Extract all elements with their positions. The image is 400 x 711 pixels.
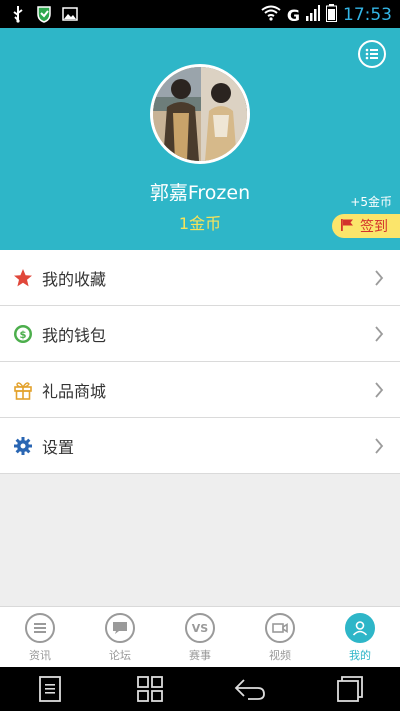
chevron-right-icon <box>374 325 384 343</box>
tab-label: 论坛 <box>109 649 131 662</box>
signin-bonus: +5金币 <box>350 195 392 209</box>
menu-item-favorites[interactable]: 我的收藏 <box>0 250 400 306</box>
wifi-icon <box>261 5 281 25</box>
profile-menu-list: 我的收藏 $ 我的钱包 礼品商城 设置 <box>0 250 400 474</box>
chevron-right-icon <box>374 269 384 287</box>
tab-forum[interactable]: 论坛 <box>80 607 160 667</box>
list-menu-icon[interactable] <box>358 40 386 68</box>
profile-icon <box>345 613 375 643</box>
username: 郭嘉Frozen <box>149 182 251 204</box>
system-nav-bar <box>0 667 400 711</box>
menu-item-label: 我的钱包 <box>42 325 107 345</box>
tab-label: 我的 <box>349 649 371 662</box>
video-icon <box>265 613 295 643</box>
signin-button[interactable]: 签到 <box>332 214 400 238</box>
gear-icon <box>12 435 34 457</box>
signin-label: 签到 <box>360 219 388 235</box>
network-type: G <box>286 5 300 25</box>
tab-label: 资讯 <box>29 649 51 662</box>
battery-icon <box>326 4 337 26</box>
shield-icon <box>36 5 52 23</box>
tab-matches[interactable]: VS 赛事 <box>160 607 240 667</box>
tab-news[interactable]: 资讯 <box>0 607 80 667</box>
menu-item-label: 礼品商城 <box>42 381 107 401</box>
image-icon <box>62 5 78 23</box>
signal-icon <box>306 5 320 25</box>
wallet-icon: $ <box>12 323 34 345</box>
menu-item-label: 设置 <box>42 437 75 457</box>
menu-nav-icon[interactable] <box>30 673 70 705</box>
menu-item-wallet[interactable]: $ 我的钱包 <box>0 306 400 362</box>
recents-nav-icon[interactable] <box>330 673 370 705</box>
profile-header: 郭嘉Frozen 1金币 +5金币 签到 <box>0 28 400 250</box>
svg-text:$: $ <box>20 330 27 341</box>
apps-nav-icon[interactable] <box>130 673 170 705</box>
notification-icons <box>10 5 78 23</box>
news-icon <box>25 613 55 643</box>
forum-icon <box>105 613 135 643</box>
vs-icon-text: VS <box>191 621 209 635</box>
menu-item-settings[interactable]: 设置 <box>0 418 400 474</box>
gift-icon <box>12 379 34 401</box>
clock: 17:53 <box>343 5 392 25</box>
back-nav-icon[interactable] <box>230 673 270 705</box>
tab-video[interactable]: 视频 <box>240 607 320 667</box>
status-right: G 17:53 <box>261 4 392 26</box>
vs-icon: VS <box>185 613 215 643</box>
avatar[interactable] <box>150 64 250 164</box>
star-icon <box>12 267 34 289</box>
flag-icon <box>340 217 354 236</box>
chevron-right-icon <box>374 381 384 399</box>
menu-item-gift-shop[interactable]: 礼品商城 <box>0 362 400 418</box>
chevron-right-icon <box>374 437 384 455</box>
usb-icon <box>10 5 26 23</box>
tab-label: 赛事 <box>189 649 211 662</box>
bottom-tab-bar: 资讯 论坛 VS 赛事 视频 我的 <box>0 606 400 667</box>
status-bar: G 17:53 <box>0 0 400 28</box>
tab-label: 视频 <box>269 649 291 662</box>
menu-item-label: 我的收藏 <box>42 269 107 289</box>
tab-profile[interactable]: 我的 <box>320 607 400 667</box>
